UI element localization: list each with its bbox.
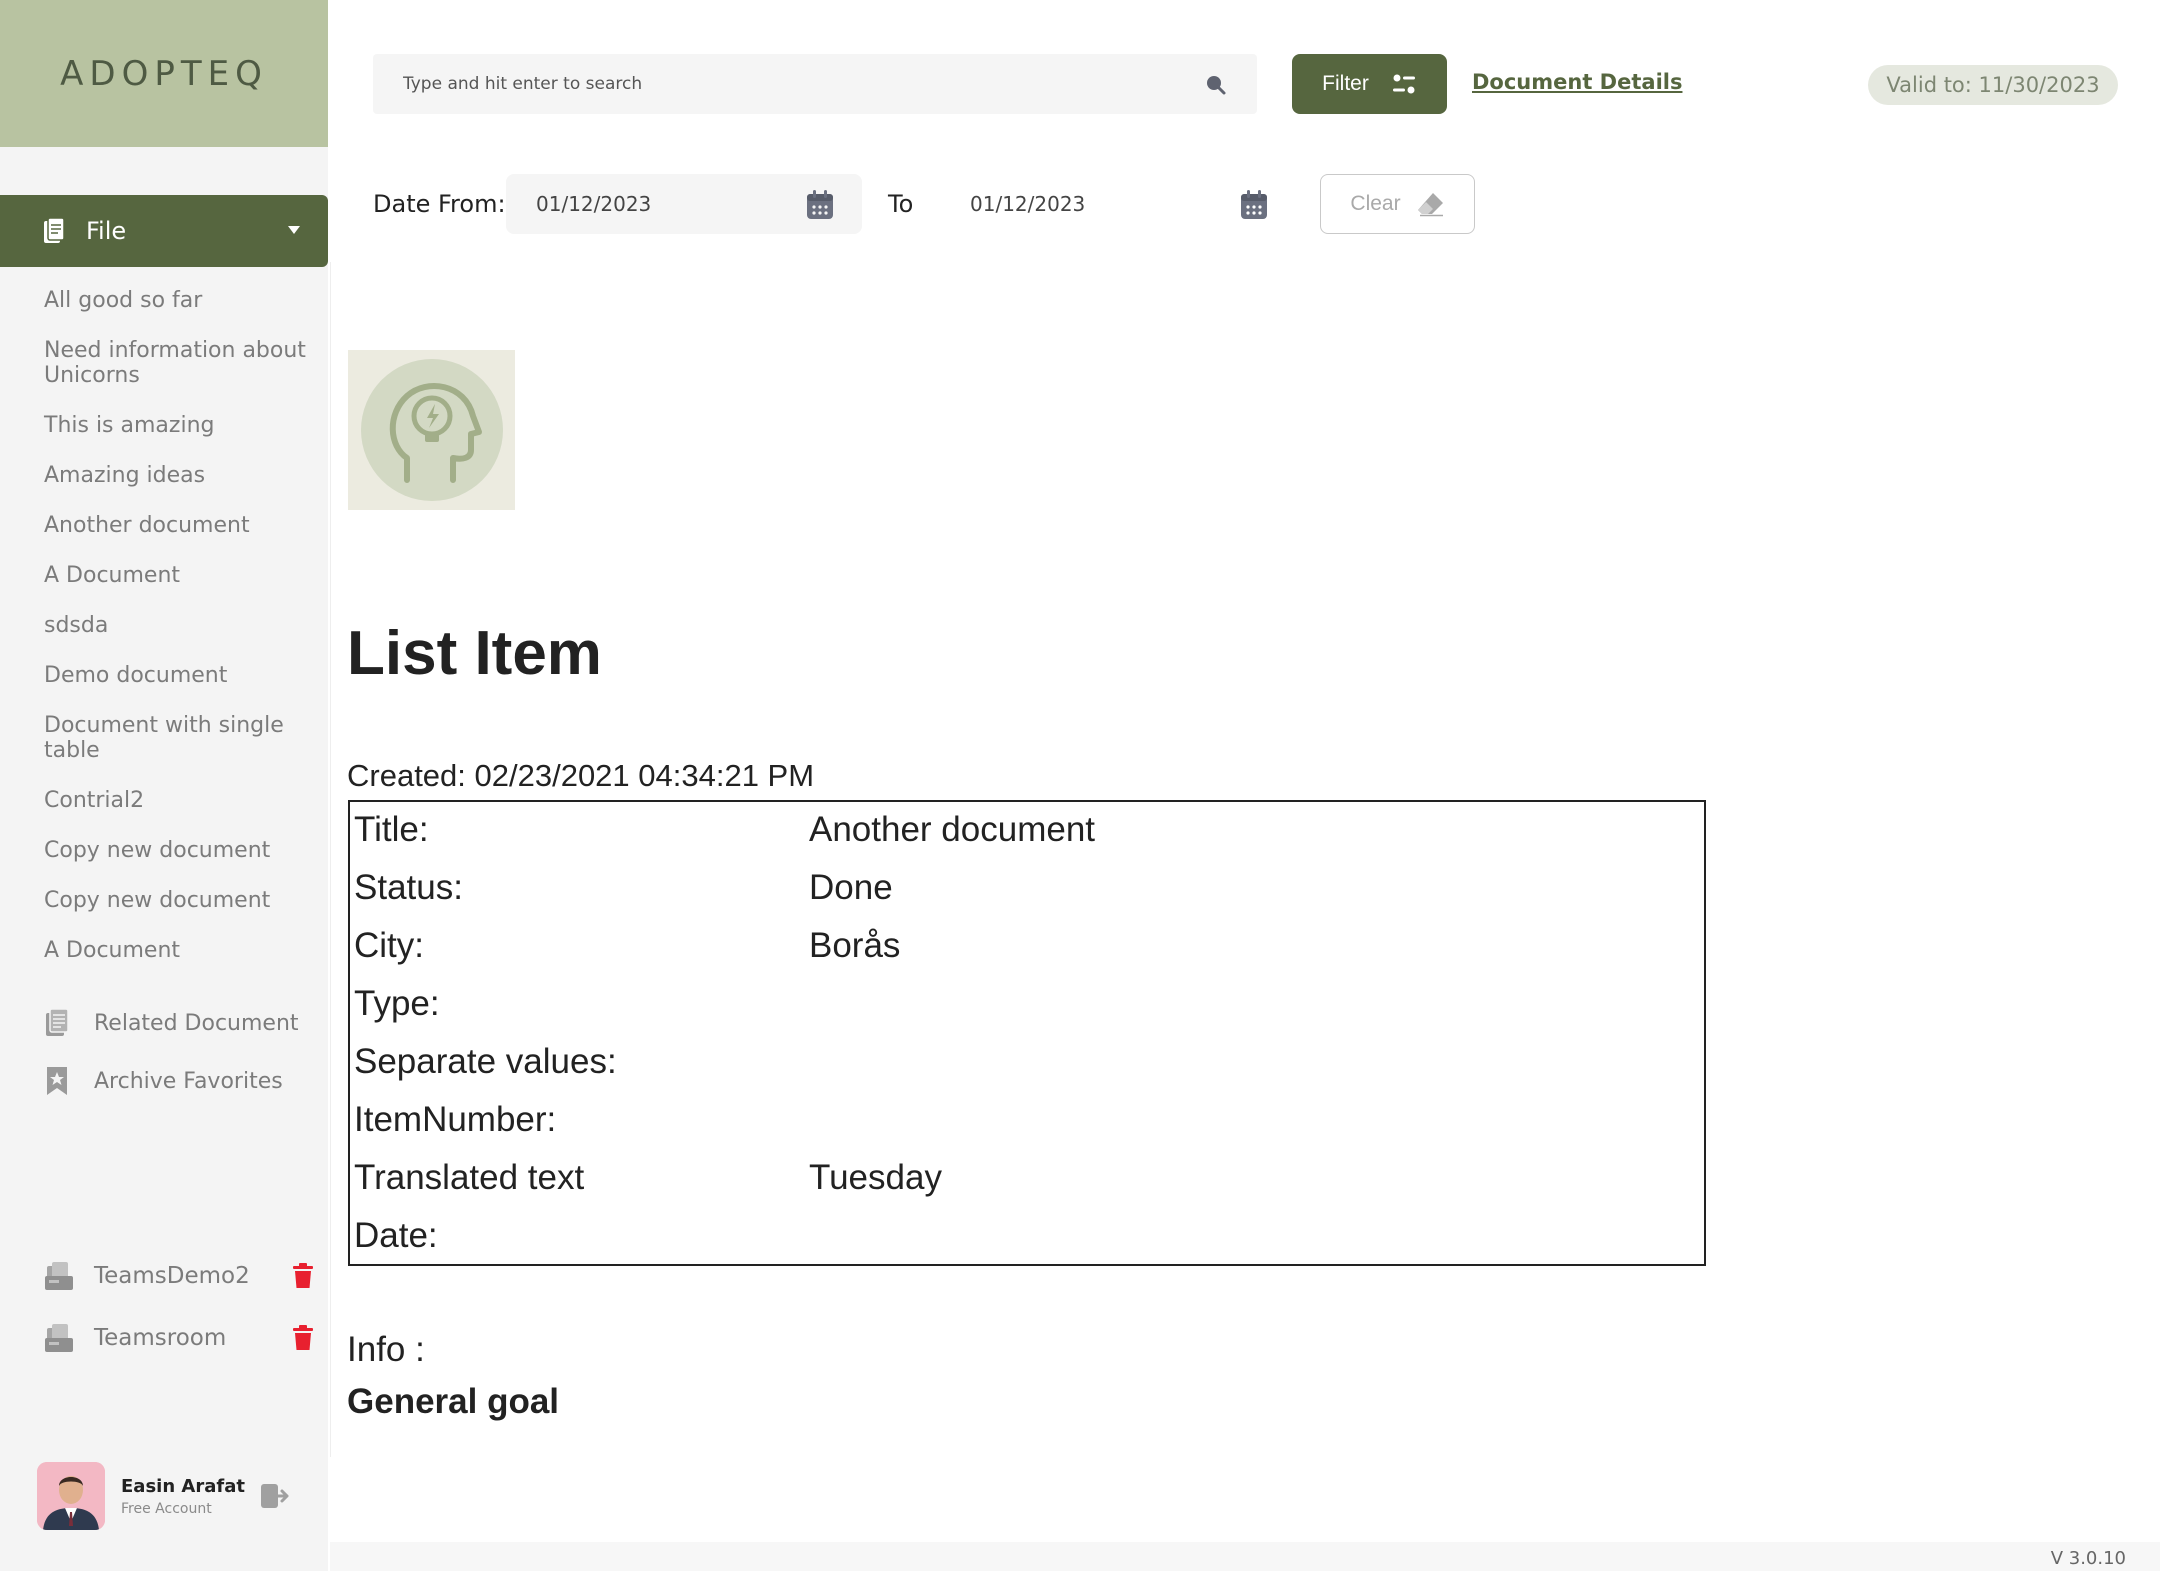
search-icon[interactable] [1205,74,1227,96]
date-from-label: Date From: [373,190,506,218]
archive-favorites-label: Archive Favorites [94,1068,283,1094]
trash-icon[interactable] [292,1325,314,1351]
document-list-item[interactable]: Copy new document [44,838,314,863]
person-avatar-icon [37,1462,105,1530]
search-input[interactable] [403,74,1183,94]
avatar[interactable] [37,1462,105,1530]
page-title: List Item [347,619,602,688]
version-label: V 3.0.10 [2050,1548,2126,1569]
table-row: City: Borås [354,918,1694,976]
document-list-item[interactable]: sdsda [44,613,314,638]
valid-to-badge: Valid to: 11/30/2023 [1868,65,2118,105]
user-plan: Free Account [121,1500,212,1517]
related-document-link[interactable]: Related Document [44,1008,299,1038]
document-list-item[interactable]: Copy new document [44,888,314,913]
file-tab-label: File [86,217,127,245]
document-list: All good so far Need information about U… [44,288,314,988]
document-icon [44,217,65,243]
document-details-link[interactable]: Document Details [1472,70,1682,94]
filter-button[interactable]: Filter [1292,54,1447,114]
calendar-icon[interactable] [806,190,834,220]
bookmark-star-icon [47,1067,67,1095]
table-row: ItemNumber: [354,1092,1694,1150]
team-folder-icon [45,1262,73,1290]
document-list-item[interactable]: Document with single table [44,713,314,763]
date-from-input[interactable] [536,192,786,216]
team-name: Teamsroom [94,1325,227,1351]
property-value: Done [809,868,893,907]
created-date: Created: 02/23/2021 04:34:21 PM [347,758,815,793]
property-value: Tuesday [809,1158,942,1197]
eraser-icon [1417,193,1443,217]
property-key: ItemNumber: [354,1100,557,1139]
property-key: City: [354,926,424,965]
document-list-item[interactable]: This is amazing [44,413,314,438]
info-value: General goal [347,1382,560,1421]
property-value: Borås [809,926,901,965]
info-label: Info : [347,1330,425,1369]
team-folder-icon [45,1324,73,1352]
document-stack-icon [46,1008,69,1036]
date-to-input[interactable] [970,192,1220,216]
logo-text: ADOPTEQ [60,53,268,94]
document-list-item[interactable]: All good so far [44,288,314,313]
date-from-field [506,174,862,234]
table-row: Translated text Tuesday [354,1150,1694,1208]
clear-button[interactable]: Clear [1320,174,1475,234]
property-key: Title: [354,810,429,849]
document-list-item[interactable]: A Document [44,563,314,588]
team-name: TeamsDemo2 [94,1263,250,1289]
table-row: Date: [354,1208,1694,1266]
user-name: Easin Arafat [121,1475,245,1497]
property-key: Separate values: [354,1042,617,1081]
table-row: Title: Another document [354,802,1694,860]
team-item[interactable]: Teamsroom [44,1322,314,1354]
chevron-down-icon [288,226,300,234]
archive-favorites-link[interactable]: Archive Favorites [44,1066,283,1096]
trash-icon[interactable] [292,1263,314,1289]
table-row: Separate values: [354,1034,1694,1092]
related-document-label: Related Document [94,1010,299,1036]
document-list-item[interactable]: Demo document [44,663,314,688]
sliders-icon [1392,74,1415,94]
clear-button-label: Clear [1350,192,1401,215]
date-to-label: To [888,190,914,218]
table-row: Type: [354,976,1694,1034]
property-key: Translated text [354,1158,585,1197]
property-key: Type: [354,984,440,1023]
logo[interactable]: ADOPTEQ [0,0,328,147]
property-value: Another document [809,810,1096,849]
document-image [348,350,515,510]
logout-icon[interactable] [259,1480,291,1512]
search-box [373,54,1257,114]
document-list-item[interactable]: Need information about Unicorns [44,338,314,388]
document-list-item[interactable]: A Document [44,938,314,963]
property-key: Status: [354,868,463,907]
brain-idea-icon [389,383,482,483]
footer-bar [330,1542,2160,1571]
date-to-field [940,174,1296,234]
calendar-icon[interactable] [1240,190,1268,220]
sidebar: ADOPTEQ File All good so far Need inform… [0,0,328,1571]
team-item[interactable]: TeamsDemo2 [44,1260,314,1292]
properties-table: Title: Another document Status: Done Cit… [348,800,1706,1266]
user-profile: Easin Arafat Free Account [37,1462,289,1530]
document-list-item[interactable]: Contrial2 [44,788,314,813]
document-list-item[interactable]: Another document [44,513,314,538]
table-row: Status: Done [354,860,1694,918]
property-key: Date: [354,1216,438,1255]
filter-button-label: Filter [1322,72,1369,95]
document-list-item[interactable]: Amazing ideas [44,463,314,488]
file-tab[interactable]: File [0,195,328,267]
